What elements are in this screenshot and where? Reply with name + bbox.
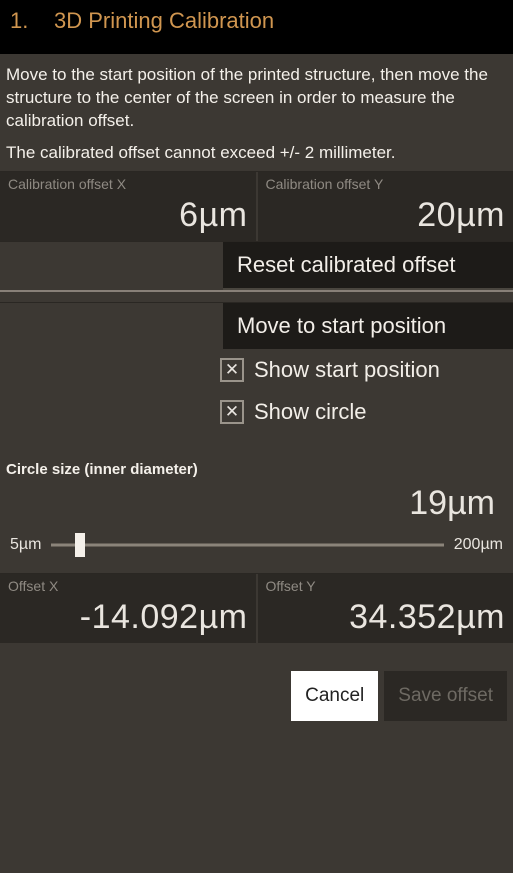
circle-size-value: 19µm: [0, 478, 513, 527]
offset-x-field[interactable]: Offset X -14.092µm: [0, 574, 256, 643]
calibration-offset-y-value: 20µm: [266, 192, 506, 235]
offset-row: Offset X -14.092µm Offset Y 34.352µm: [0, 573, 513, 643]
show-circle-row: ✕ Show circle: [0, 391, 513, 433]
slider-track: [51, 543, 443, 546]
limit-note: The calibrated offset cannot exceed +/- …: [0, 139, 513, 171]
footer: Cancel Save offset: [0, 643, 513, 731]
calibration-offset-x-field[interactable]: Calibration offset X 6µm: [0, 172, 256, 241]
calibration-offset-x-value: 6µm: [8, 192, 248, 235]
circle-size-slider[interactable]: [51, 533, 443, 557]
reset-calibrated-offset-button[interactable]: Reset calibrated offset: [223, 242, 513, 290]
section-number: 1.: [10, 8, 54, 34]
divider: [0, 290, 513, 292]
circle-size-min: 5µm: [10, 536, 41, 554]
cancel-button[interactable]: Cancel: [291, 671, 378, 721]
show-circle-label: Show circle: [254, 399, 366, 425]
show-start-position-checkbox[interactable]: ✕: [220, 358, 244, 382]
move-to-start-position-button[interactable]: Move to start position: [223, 303, 513, 349]
offset-x-value: -14.092µm: [8, 594, 248, 637]
save-offset-button[interactable]: Save offset: [384, 671, 507, 721]
show-start-position-row: ✕ Show start position: [0, 349, 513, 391]
section-header: 1. 3D Printing Calibration: [0, 0, 513, 54]
instruction-text: Move to the start position of the printe…: [0, 54, 513, 139]
slider-thumb[interactable]: [75, 533, 85, 557]
circle-size-label: Circle size (inner diameter): [0, 453, 513, 478]
circle-size-max: 200µm: [454, 536, 503, 554]
circle-size-slider-row: 5µm 200µm: [0, 527, 513, 573]
offset-y-field[interactable]: Offset Y 34.352µm: [258, 574, 513, 643]
calibration-offset-row: Calibration offset X 6µm Calibration off…: [0, 171, 513, 241]
section-title: 3D Printing Calibration: [54, 8, 274, 34]
calibration-offset-x-label: Calibration offset X: [8, 176, 248, 192]
show-start-position-label: Show start position: [254, 357, 440, 383]
calibration-offset-y-label: Calibration offset Y: [266, 176, 506, 192]
offset-y-value: 34.352µm: [266, 594, 506, 637]
offset-y-label: Offset Y: [266, 578, 506, 594]
offset-x-label: Offset X: [8, 578, 248, 594]
calibration-offset-y-field[interactable]: Calibration offset Y 20µm: [258, 172, 513, 241]
show-circle-checkbox[interactable]: ✕: [220, 400, 244, 424]
